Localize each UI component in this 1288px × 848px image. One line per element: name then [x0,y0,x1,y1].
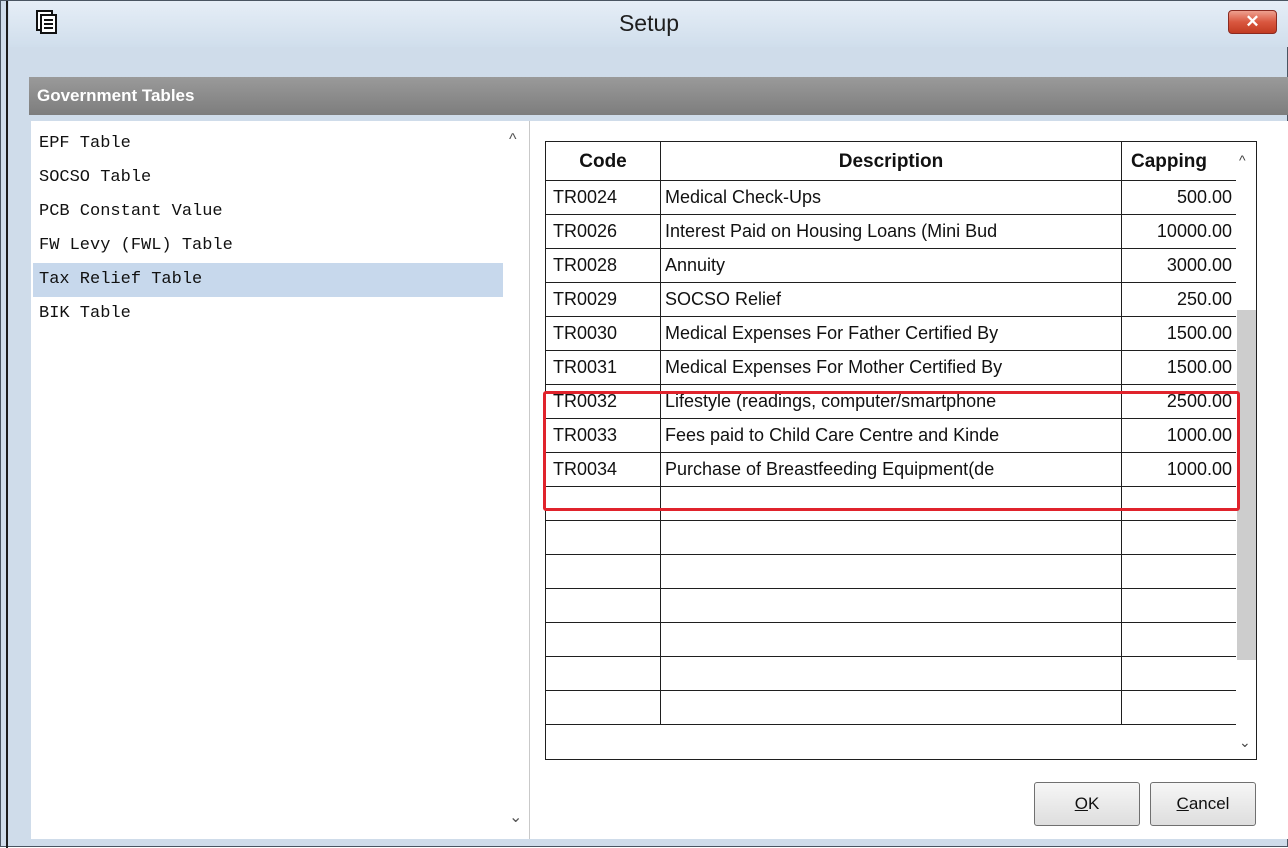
table-row[interactable]: TR0033 Fees paid to Child Care Centre and… [546,419,1236,453]
cell-code[interactable]: TR0028 [546,249,661,282]
cell-code[interactable] [546,691,661,724]
table-row[interactable]: TR0024 Medical Check-Ups 500.00 [546,181,1236,215]
cancel-label: ancel [1188,794,1230,813]
cell-capping[interactable]: 250.00 [1122,283,1236,316]
cell-description[interactable]: Medical Check-Ups [661,181,1122,214]
grid-body: TR0024 Medical Check-Ups 500.00 TR0026 Inter… [546,181,1236,760]
table-row[interactable]: TR0032 Lifestyle (readings, computer/smar… [546,385,1236,419]
cell-code[interactable]: TR0032 [546,385,661,418]
cell-capping[interactable]: 1000.00 [1122,453,1236,486]
grid-scrollbar[interactable]: ^ ⌄ [1236,142,1256,759]
section-header: Government Tables [29,77,1288,115]
cell-capping[interactable]: 2500.00 [1122,385,1236,418]
setup-window: Setup ✕ Government Tables EPF Table SOCS… [0,0,1288,848]
column-header-capping[interactable]: Capping [1122,142,1236,181]
ok-button[interactable]: OK [1034,782,1140,826]
list-item-tax-relief-table[interactable]: Tax Relief Table [33,263,503,297]
cell-capping[interactable]: 1000.00 [1122,419,1236,452]
table-row[interactable] [546,691,1236,725]
cell-capping[interactable] [1122,691,1236,724]
cell-description[interactable]: Medical Expenses For Mother Certified By [661,351,1122,384]
cell-description[interactable]: Interest Paid on Housing Loans (Mini Bud [661,215,1122,248]
cell-capping[interactable] [1122,521,1236,554]
cell-code[interactable]: TR0033 [546,419,661,452]
title-bar[interactable]: Setup ✕ [9,1,1288,47]
cell-capping[interactable] [1122,623,1236,656]
cell-capping[interactable]: 3000.00 [1122,249,1236,282]
cell-description[interactable] [661,555,1122,588]
cell-capping[interactable]: 1500.00 [1122,317,1236,350]
close-icon: ✕ [1245,12,1260,31]
cell-code[interactable] [546,521,661,554]
list-item-bik-table[interactable]: BIK Table [33,297,503,331]
ok-mnemonic: O [1074,794,1088,813]
table-row[interactable] [546,521,1236,555]
cell-capping[interactable] [1122,555,1236,588]
cell-description[interactable]: Fees paid to Child Care Centre and Kinde [661,419,1122,452]
cell-code[interactable] [546,487,661,520]
cell-code[interactable]: TR0030 [546,317,661,350]
cell-description[interactable]: Annuity [661,249,1122,282]
list-item-epf-table[interactable]: EPF Table [33,127,503,161]
table-row[interactable]: TR0028 Annuity 3000.00 [546,249,1236,283]
cell-description[interactable] [661,521,1122,554]
chevron-down-icon[interactable]: ⌄ [1239,734,1251,751]
cell-capping[interactable]: 500.00 [1122,181,1236,214]
column-header-description[interactable]: Description [661,142,1122,181]
cell-code[interactable]: TR0029 [546,283,661,316]
chevron-up-icon[interactable]: ^ [1239,152,1246,168]
window-title: Setup [618,10,680,36]
cell-description[interactable]: SOCSO Relief [661,283,1122,316]
cell-description[interactable]: Purchase of Breastfeeding Equipment(de [661,453,1122,486]
list-item-pcb-constant-value[interactable]: PCB Constant Value [33,195,503,229]
table-row[interactable] [546,589,1236,623]
table-row[interactable] [546,487,1236,521]
table-row[interactable] [546,555,1236,589]
cancel-button[interactable]: Cancel [1150,782,1256,826]
cancel-mnemonic: C [1176,794,1189,813]
cell-description[interactable] [661,623,1122,656]
list-item-socso-table[interactable]: SOCSO Table [33,161,503,195]
table-row[interactable]: TR0034 Purchase of Breastfeeding Equipmen… [546,453,1236,487]
table-row[interactable]: TR0030 Medical Expenses For Father Certif… [546,317,1236,351]
table-row[interactable]: TR0026 Interest Paid on Housing Loans (Mi… [546,215,1236,249]
cell-code[interactable] [546,623,661,656]
cell-code[interactable]: TR0024 [546,181,661,214]
cell-code[interactable] [546,589,661,622]
cell-description[interactable] [661,487,1122,520]
table-row[interactable] [546,657,1236,691]
table-row[interactable]: TR0031 Medical Expenses For Mother Certif… [546,351,1236,385]
cell-description[interactable] [661,589,1122,622]
cell-capping[interactable] [1122,589,1236,622]
tax-relief-grid[interactable]: Code Description Capping TR0024 Medical C… [545,141,1257,760]
column-header-code[interactable]: Code [546,142,661,181]
window-frame-edge [6,1,8,848]
cell-capping[interactable] [1122,487,1236,520]
government-tables-list: EPF Table SOCSO Table PCB Constant Value… [33,127,503,331]
grid-header: Code Description Capping [546,142,1236,181]
cell-description[interactable]: Medical Expenses For Father Certified By [661,317,1122,350]
ok-label: K [1087,794,1100,813]
cell-description[interactable] [661,691,1122,724]
table-row[interactable]: TR0029 SOCSO Relief 250.00 [546,283,1236,317]
cell-capping[interactable]: 1500.00 [1122,351,1236,384]
list-item-fw-levy-table[interactable]: FW Levy (FWL) Table [33,229,503,263]
chevron-up-icon[interactable]: ^ [509,131,517,149]
government-tables-list-panel: EPF Table SOCSO Table PCB Constant Value… [31,121,530,839]
scrollbar-thumb[interactable] [1237,310,1256,660]
cell-description[interactable]: Lifestyle (readings, computer/smartphone [661,385,1122,418]
close-button[interactable]: ✕ [1228,10,1277,34]
chevron-down-icon[interactable]: ⌄ [509,807,522,827]
cell-capping[interactable] [1122,657,1236,690]
cell-code[interactable] [546,555,661,588]
cell-code[interactable] [546,657,661,690]
cell-description[interactable] [661,657,1122,690]
cell-code[interactable]: TR0034 [546,453,661,486]
table-row[interactable] [546,623,1236,657]
cell-capping[interactable]: 10000.00 [1122,215,1236,248]
cell-code[interactable]: TR0026 [546,215,661,248]
cell-code[interactable]: TR0031 [546,351,661,384]
